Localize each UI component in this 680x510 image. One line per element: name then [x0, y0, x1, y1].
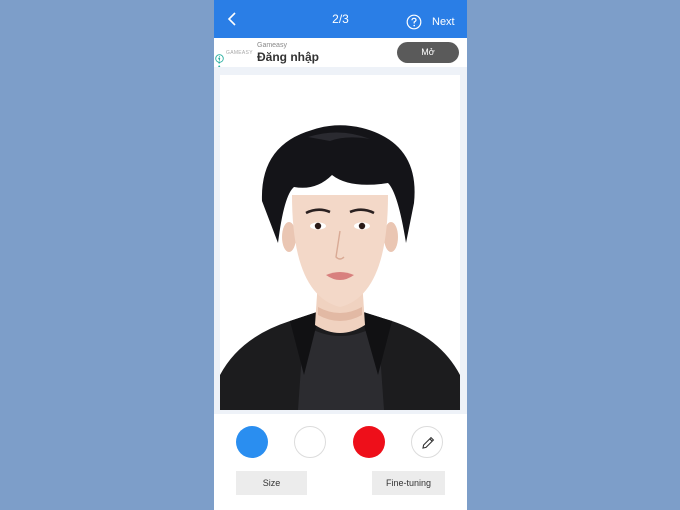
next-button[interactable]: Next: [432, 16, 455, 28]
custom-color-button[interactable]: [411, 426, 443, 458]
color-swatch-blue[interactable]: [236, 426, 268, 458]
fine-tuning-button[interactable]: Fine-tuning: [372, 471, 445, 495]
ad-title: Đăng nhập: [257, 50, 319, 64]
help-icon[interactable]: [406, 14, 422, 30]
photo-preview-area: [214, 67, 467, 414]
color-swatch-red[interactable]: [353, 426, 385, 458]
pencil-icon: [422, 436, 435, 449]
ad-open-button[interactable]: Mở: [397, 42, 459, 63]
portrait-photo: [220, 75, 460, 410]
color-swatch-white[interactable]: [294, 426, 326, 458]
app-screen: 2/3 Next ••• GAMEASY Gameasy Đăng nhập M…: [214, 0, 467, 510]
controls-panel: Size Fine-tuning: [214, 414, 467, 510]
ad-banner[interactable]: ••• GAMEASY Gameasy Đăng nhập Mở: [214, 38, 467, 71]
size-button[interactable]: Size: [236, 471, 307, 495]
step-indicator: 2/3: [332, 12, 349, 26]
ad-sponsor: Gameasy: [257, 42, 287, 49]
top-bar: 2/3 Next: [214, 0, 467, 38]
ad-brand: GAMEASY: [226, 50, 253, 56]
